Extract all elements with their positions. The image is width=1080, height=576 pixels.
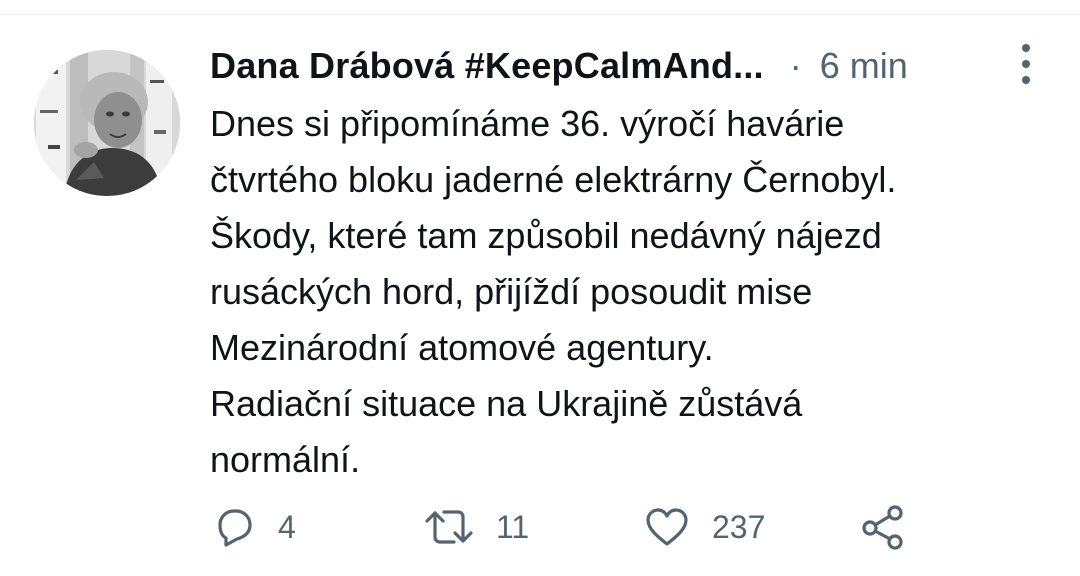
- reply-count: 4: [278, 508, 296, 545]
- avatar[interactable]: [34, 50, 180, 196]
- tweet-timestamp[interactable]: 6 min: [820, 45, 908, 86]
- meta-separator: ·: [789, 45, 802, 86]
- tweet-meta: · 6 min: [790, 45, 908, 87]
- tweet-text-line: čtvrtého bloku jaderné elektrárny Černob…: [210, 159, 897, 200]
- like-button[interactable]: 237: [644, 502, 765, 552]
- tweet-text: Dnes si připomínáme 36. výročí havárie č…: [210, 96, 1030, 488]
- tweet-text-line: Dnes si připomínáme 36. výročí havárie: [210, 103, 845, 144]
- retweet-icon: [425, 510, 473, 544]
- top-divider: [0, 14, 1080, 15]
- tweet-text-line: Mezinárodní atomové agentury.: [210, 327, 714, 368]
- more-dot: [1022, 44, 1030, 52]
- author-display-name[interactable]: Dana Drábová #KeepCalmAnd...: [210, 45, 764, 87]
- share-icon: [862, 505, 903, 550]
- retweet-button[interactable]: 11: [424, 502, 529, 552]
- tweet-header: Dana Drábová #KeepCalmAnd... · 6 min: [210, 42, 1000, 90]
- reply-button[interactable]: 4: [212, 502, 296, 552]
- tweet-text-line: Škody, které tam způsobil nedávný nájezd: [210, 215, 882, 256]
- reply-icon: [218, 509, 252, 547]
- retweet-count: 11: [496, 508, 530, 545]
- heart-icon: [646, 508, 688, 546]
- more-dot: [1022, 60, 1030, 68]
- more-dot: [1022, 76, 1030, 84]
- tweet-actions: 4 11 237: [212, 502, 932, 552]
- like-count: 237: [712, 508, 766, 545]
- tweet-text-line: normální.: [210, 439, 361, 480]
- tweet-text-line: Radiační situace na Ukrajině zůstává: [210, 383, 803, 424]
- more-vertical-icon[interactable]: [1012, 44, 1040, 84]
- avatar-photo: [34, 50, 180, 196]
- tweet-text-line: rusáckých hord, přijíždí posoudit mise: [210, 271, 813, 312]
- share-button[interactable]: [860, 502, 906, 552]
